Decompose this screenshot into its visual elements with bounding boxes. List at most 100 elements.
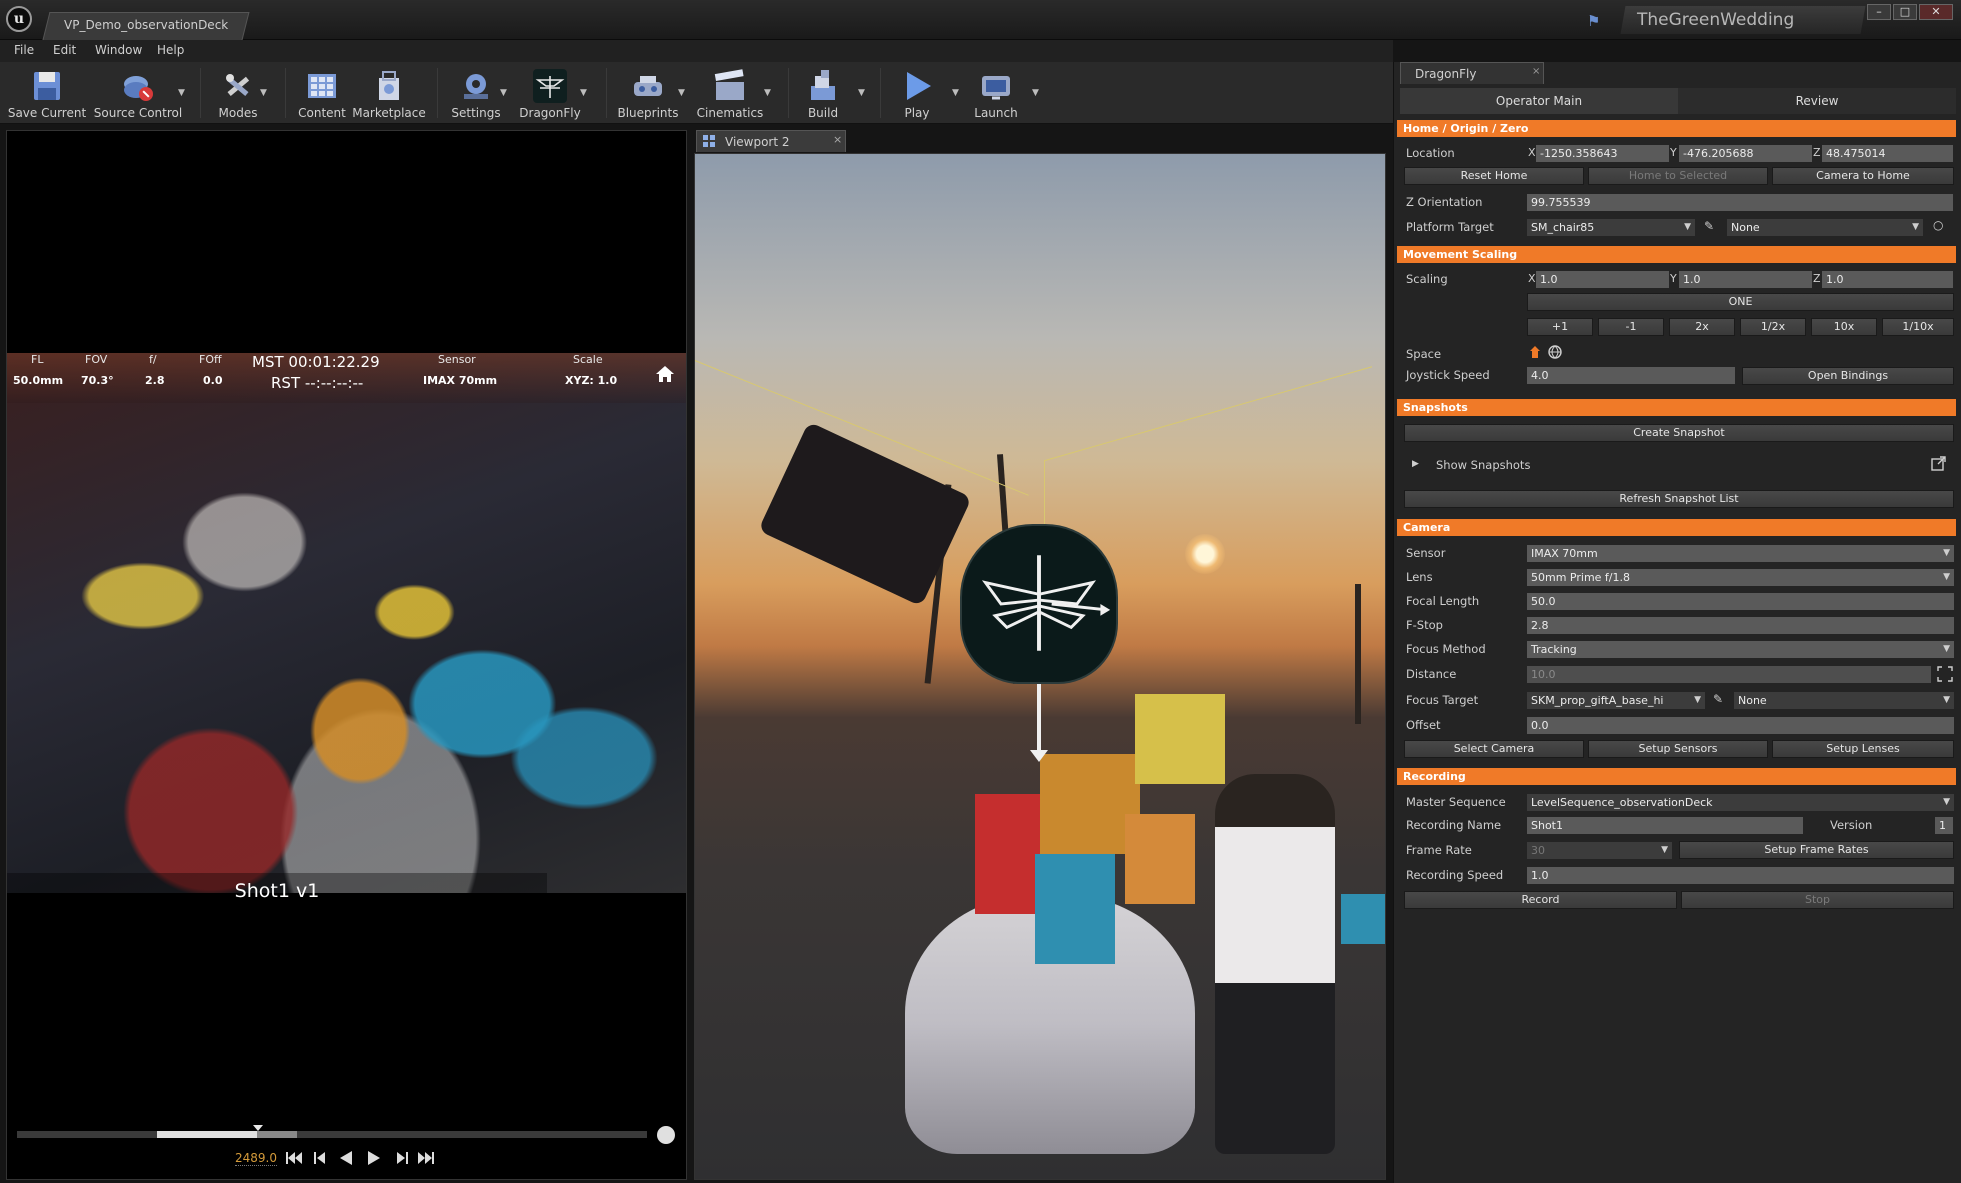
maximize-button[interactable]: □ — [1893, 4, 1917, 20]
play-forward-icon[interactable] — [365, 1149, 383, 1167]
jump-to-end-icon[interactable] — [417, 1149, 435, 1167]
tab-review[interactable]: Review — [1678, 88, 1956, 114]
distance-field[interactable]: 10.0 — [1527, 666, 1931, 683]
dragonfly-home-marker[interactable] — [960, 524, 1118, 684]
focus-target-secondary-dropdown[interactable]: None ▼ — [1734, 692, 1954, 709]
recording-name-field[interactable]: Shot1 — [1527, 817, 1803, 834]
settings-dropdown-icon[interactable]: ▼ — [500, 88, 507, 98]
save-current-button[interactable]: Save Current — [8, 64, 86, 122]
settings-button[interactable]: Settings — [450, 64, 502, 122]
menu-help[interactable]: Help — [157, 43, 184, 57]
blueprints-button[interactable]: Blueprints — [617, 64, 679, 122]
f-stop-field[interactable]: 2.8 — [1527, 617, 1954, 634]
reset-home-button[interactable]: Reset Home — [1404, 167, 1584, 185]
play-reverse-icon[interactable] — [337, 1149, 355, 1167]
scaling-x-field[interactable]: 1.0 — [1536, 271, 1669, 288]
source-control-dropdown-icon[interactable]: ▼ — [178, 88, 185, 98]
master-sequence-dropdown[interactable]: LevelSequence_observationDeck ▼ — [1527, 794, 1954, 811]
content-button[interactable]: Content — [296, 64, 348, 122]
cinematics-dropdown-icon[interactable]: ▼ — [764, 88, 771, 98]
modes-dropdown-icon[interactable]: ▼ — [260, 88, 267, 98]
play-button[interactable]: Play — [892, 64, 942, 122]
source-control-button[interactable]: Source Control — [94, 64, 182, 122]
marketplace-button[interactable]: Marketplace — [352, 64, 426, 122]
location-z-field[interactable]: 48.475014 — [1822, 145, 1953, 162]
close-icon[interactable]: × — [1532, 66, 1540, 77]
scale-plus-one-button[interactable]: +1 — [1527, 318, 1593, 336]
z-orientation-field[interactable]: 99.755539 — [1527, 194, 1953, 211]
open-external-icon[interactable] — [1930, 456, 1946, 472]
close-window-button[interactable]: ✕ — [1919, 4, 1953, 20]
reset-circle-icon[interactable]: ○ — [1933, 218, 1943, 232]
play-dropdown-icon[interactable]: ▼ — [952, 88, 959, 98]
section-home-origin[interactable]: Home / Origin / Zero — [1397, 120, 1956, 137]
camera-preview-viewport[interactable]: FL 50.0mm FOV 70.3° f/ 2.8 FOff 0.0 MST … — [6, 130, 687, 1180]
viewport-2-scene[interactable] — [694, 153, 1386, 1180]
step-forward-icon[interactable] — [393, 1149, 411, 1167]
dragonfly-dropdown-icon[interactable]: ▼ — [580, 88, 587, 98]
build-dropdown-icon[interactable]: ▼ — [858, 88, 865, 98]
select-camera-button[interactable]: Select Camera — [1404, 740, 1584, 758]
location-x-field[interactable]: -1250.358643 — [1536, 145, 1669, 162]
world-space-globe-icon[interactable] — [1548, 345, 1562, 359]
frame-number-field[interactable]: 2489.0 — [235, 1151, 277, 1166]
home-icon[interactable] — [655, 364, 675, 384]
volume-knob[interactable] — [657, 1126, 675, 1144]
eyedropper-icon[interactable]: ✎ — [1704, 219, 1714, 233]
stop-button[interactable]: Stop — [1681, 891, 1954, 909]
launch-button[interactable]: Launch — [970, 64, 1022, 122]
scale-2x-button[interactable]: 2x — [1669, 318, 1735, 336]
eyedropper-icon[interactable]: ✎ — [1713, 692, 1723, 706]
timeline-playhead[interactable] — [253, 1125, 263, 1131]
menu-edit[interactable]: Edit — [53, 43, 76, 57]
viewport-2-tab[interactable]: Viewport 2 × — [696, 130, 846, 152]
modes-button[interactable]: Modes — [212, 64, 264, 122]
scale-minus-one-button[interactable]: -1 — [1598, 318, 1664, 336]
launch-dropdown-icon[interactable]: ▼ — [1032, 88, 1039, 98]
dragonfly-button[interactable]: DragonFly — [519, 64, 581, 122]
focal-length-field[interactable]: 50.0 — [1527, 593, 1954, 610]
scale-tenth-button[interactable]: 1/10x — [1882, 318, 1954, 336]
setup-sensors-button[interactable]: Setup Sensors — [1588, 740, 1768, 758]
menu-window[interactable]: Window — [95, 43, 142, 57]
lens-dropdown[interactable]: 50mm Prime f/1.8 ▼ — [1527, 569, 1954, 586]
menu-file[interactable]: File — [14, 43, 34, 57]
setup-frame-rates-button[interactable]: Setup Frame Rates — [1679, 841, 1954, 859]
refresh-snapshot-list-button[interactable]: Refresh Snapshot List — [1404, 490, 1954, 508]
show-snapshots-toggle[interactable]: Show Snapshots — [1436, 458, 1530, 472]
create-snapshot-button[interactable]: Create Snapshot — [1404, 424, 1954, 442]
camera-to-home-button[interactable]: Camera to Home — [1772, 167, 1954, 185]
home-to-selected-button[interactable]: Home to Selected — [1588, 167, 1768, 185]
focus-frame-icon[interactable] — [1937, 666, 1953, 682]
section-recording[interactable]: Recording — [1397, 768, 1956, 785]
playback-timeline[interactable] — [17, 1125, 647, 1138]
focus-target-dropdown[interactable]: SKM_prop_giftA_base_hi ▼ — [1527, 692, 1705, 709]
platform-target-dropdown[interactable]: SM_chair85 ▼ — [1527, 219, 1695, 236]
scale-10x-button[interactable]: 10x — [1811, 318, 1877, 336]
focus-method-dropdown[interactable]: Tracking ▼ — [1527, 641, 1954, 658]
scaling-one-button[interactable]: ONE — [1527, 293, 1954, 311]
sensor-dropdown[interactable]: IMAX 70mm ▼ — [1527, 545, 1954, 562]
setup-lenses-button[interactable]: Setup Lenses — [1772, 740, 1954, 758]
scaling-y-field[interactable]: 1.0 — [1679, 271, 1812, 288]
version-field[interactable]: 1 — [1935, 817, 1953, 834]
minimize-button[interactable]: – — [1867, 4, 1891, 20]
expand-arrow-icon[interactable]: ▶ — [1412, 459, 1419, 469]
tab-operator-main[interactable]: Operator Main — [1400, 88, 1678, 114]
close-icon[interactable]: × — [833, 133, 842, 146]
scaling-z-field[interactable]: 1.0 — [1822, 271, 1953, 288]
step-back-icon[interactable] — [311, 1149, 329, 1167]
recording-speed-field[interactable]: 1.0 — [1527, 867, 1954, 884]
section-snapshots[interactable]: Snapshots — [1397, 399, 1956, 416]
scale-half-button[interactable]: 1/2x — [1740, 318, 1806, 336]
dragonfly-panel-tab[interactable]: DragonFly × — [1400, 62, 1544, 84]
build-button[interactable]: Build — [798, 64, 848, 122]
offset-field[interactable]: 0.0 — [1527, 717, 1954, 734]
joystick-speed-field[interactable]: 4.0 — [1527, 367, 1735, 384]
section-camera[interactable]: Camera — [1397, 519, 1956, 536]
jump-to-start-icon[interactable] — [285, 1149, 303, 1167]
location-y-field[interactable]: -476.205688 — [1679, 145, 1812, 162]
cinematics-button[interactable]: Cinematics — [697, 64, 763, 122]
section-movement-scaling[interactable]: Movement Scaling — [1397, 246, 1956, 263]
open-bindings-button[interactable]: Open Bindings — [1742, 367, 1954, 385]
